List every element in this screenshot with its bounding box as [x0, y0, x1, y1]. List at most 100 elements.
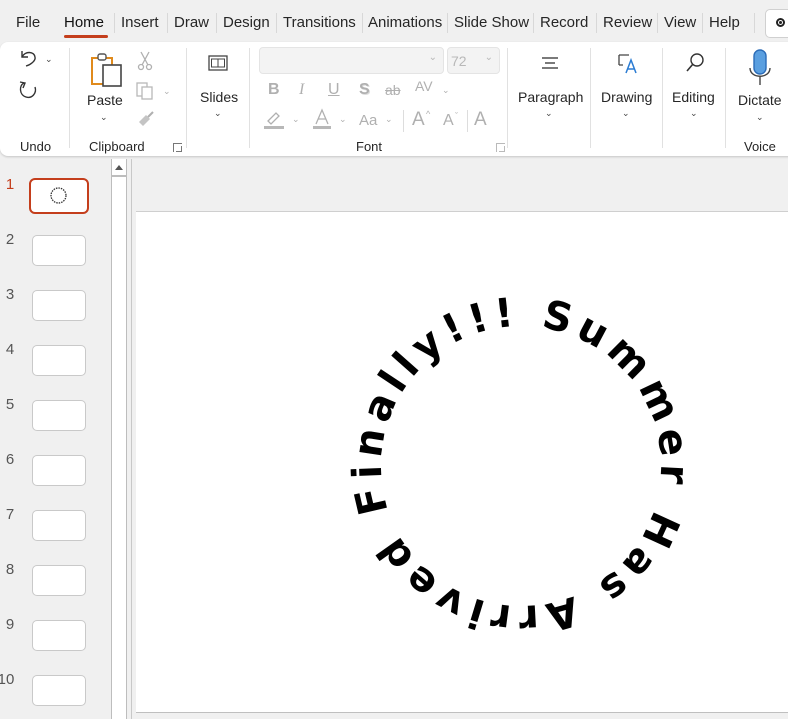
- tab-transitions[interactable]: Transitions: [283, 14, 356, 31]
- chevron-down-icon[interactable]: ⌄: [292, 114, 300, 125]
- tab-review[interactable]: Review: [603, 14, 652, 31]
- dictate-label[interactable]: Dictate: [738, 92, 782, 108]
- slide-thumbnail-3[interactable]: [32, 290, 86, 321]
- search-icon[interactable]: [684, 52, 706, 74]
- slides-label[interactable]: Slides: [200, 89, 238, 105]
- slide-number: 4: [5, 341, 15, 358]
- strikethrough-button[interactable]: ab: [385, 82, 401, 98]
- copy-dropdown-icon[interactable]: ⌄: [163, 86, 171, 97]
- slide-thumbnail-8[interactable]: [32, 565, 86, 596]
- shrink-font-button[interactable]: A: [443, 112, 454, 130]
- paragraph-dropdown-icon[interactable]: ⌄: [545, 108, 553, 119]
- font-group-label: Font: [356, 139, 383, 154]
- ribbon-tabs: File Home Insert Draw Design Transitions…: [0, 0, 788, 44]
- slide-thumbnail-6[interactable]: [32, 455, 86, 486]
- paste-dropdown-icon[interactable]: ⌄: [100, 112, 108, 123]
- chevron-down-icon[interactable]: ⌄: [442, 85, 450, 96]
- cut-icon[interactable]: [137, 51, 153, 71]
- chevron-down-icon[interactable]: ⌄: [339, 114, 347, 125]
- slide-number: 6: [5, 451, 15, 468]
- drawing-label[interactable]: Drawing: [601, 89, 652, 105]
- clipboard-launcher-icon[interactable]: [173, 143, 182, 152]
- character-spacing-button[interactable]: AV: [415, 78, 433, 94]
- paste-icon[interactable]: [89, 52, 125, 88]
- font-size-input[interactable]: 72 ⌄: [447, 47, 500, 74]
- font-name-input[interactable]: ⌄: [259, 47, 444, 74]
- microphone-icon[interactable]: [746, 49, 774, 87]
- slide-thumbnail-7[interactable]: [32, 510, 86, 541]
- record-icon: [776, 18, 785, 27]
- paste-label[interactable]: Paste: [87, 92, 123, 108]
- undo-dropdown-icon[interactable]: ⌄: [45, 54, 53, 65]
- thumbnails-scrollbar[interactable]: [111, 159, 127, 719]
- paragraph-icon[interactable]: [541, 56, 559, 72]
- format-painter-icon[interactable]: [137, 110, 155, 128]
- tab-separator: [596, 13, 597, 33]
- tab-file[interactable]: File: [16, 14, 40, 31]
- copy-icon[interactable]: [136, 82, 156, 100]
- tab-home[interactable]: Home: [64, 14, 104, 31]
- record-button[interactable]: [765, 9, 788, 38]
- editing-dropdown-icon[interactable]: ⌄: [690, 108, 698, 119]
- editing-label[interactable]: Editing: [672, 89, 715, 105]
- slide-thumbnail-5[interactable]: [32, 400, 86, 431]
- panel-divider: [131, 159, 132, 719]
- tab-separator: [167, 13, 168, 33]
- scroll-up-arrow-icon[interactable]: [112, 159, 126, 177]
- separator: [467, 110, 468, 132]
- tab-draw[interactable]: Draw: [174, 14, 209, 31]
- drawing-icon[interactable]: [617, 53, 639, 75]
- circular-wordart[interactable]: Summer Has Arrived Finally!!!: [136, 212, 788, 712]
- tab-insert[interactable]: Insert: [121, 14, 159, 31]
- paragraph-label[interactable]: Paragraph: [518, 89, 583, 105]
- text-shadow-button[interactable]: S: [359, 81, 370, 99]
- highlight-icon[interactable]: [263, 110, 285, 130]
- tab-design[interactable]: Design: [223, 14, 270, 31]
- bold-button[interactable]: B: [268, 81, 280, 99]
- slides-dropdown-icon[interactable]: ⌄: [214, 108, 222, 119]
- slide-thumbnail-9[interactable]: [32, 620, 86, 651]
- caret-down-icon: ˇ: [455, 111, 458, 121]
- change-case-button[interactable]: Aa: [359, 112, 377, 129]
- tab-animations[interactable]: Animations: [368, 14, 442, 31]
- new-slide-icon[interactable]: [208, 55, 228, 71]
- slide-number: 9: [5, 616, 15, 633]
- font-launcher-icon[interactable]: [496, 143, 505, 152]
- underline-button[interactable]: U: [328, 81, 340, 99]
- tab-help[interactable]: Help: [709, 14, 740, 31]
- slide-number: 5: [5, 396, 15, 413]
- circle-text-preview-icon: [50, 187, 67, 204]
- chevron-down-icon[interactable]: ⌄: [385, 114, 393, 125]
- dictate-dropdown-icon[interactable]: ⌄: [756, 112, 764, 123]
- slide-number: 10: [0, 671, 15, 688]
- tab-record[interactable]: Record: [540, 14, 588, 31]
- wordart-text[interactable]: Summer Has Arrived Finally!!!: [345, 290, 697, 642]
- slide-thumbnail-1[interactable]: [29, 178, 89, 214]
- slide-thumbnail-10[interactable]: [32, 675, 86, 706]
- active-tab-indicator: [64, 35, 108, 38]
- undo-icon[interactable]: [18, 48, 40, 68]
- drawing-dropdown-icon[interactable]: ⌄: [622, 108, 630, 119]
- voice-group-label: Voice: [744, 139, 776, 154]
- clear-formatting-button[interactable]: A: [474, 109, 487, 131]
- chevron-down-icon: ⌄: [484, 52, 493, 63]
- tab-slide-show[interactable]: Slide Show: [454, 14, 529, 31]
- italic-button[interactable]: I: [299, 81, 304, 99]
- tab-separator: [114, 13, 115, 33]
- group-separator: [725, 48, 726, 148]
- slide-thumbnail-4[interactable]: [32, 345, 86, 376]
- grow-font-button[interactable]: A: [412, 109, 425, 131]
- slide-canvas[interactable]: Summer Has Arrived Finally!!!: [136, 211, 788, 713]
- group-separator: [249, 48, 250, 148]
- caret-up-icon: ^: [426, 109, 431, 119]
- tab-separator: [362, 13, 363, 33]
- clipboard-group-label: Clipboard: [89, 139, 145, 154]
- redo-icon[interactable]: [17, 79, 39, 101]
- tab-view[interactable]: View: [664, 14, 696, 31]
- tab-separator: [754, 13, 755, 33]
- font-color-icon[interactable]: [312, 108, 332, 130]
- font-size-value: 72: [451, 53, 467, 69]
- slide-thumbnail-2[interactable]: [32, 235, 86, 266]
- group-separator: [69, 48, 70, 148]
- chevron-down-icon: ⌄: [428, 52, 437, 63]
